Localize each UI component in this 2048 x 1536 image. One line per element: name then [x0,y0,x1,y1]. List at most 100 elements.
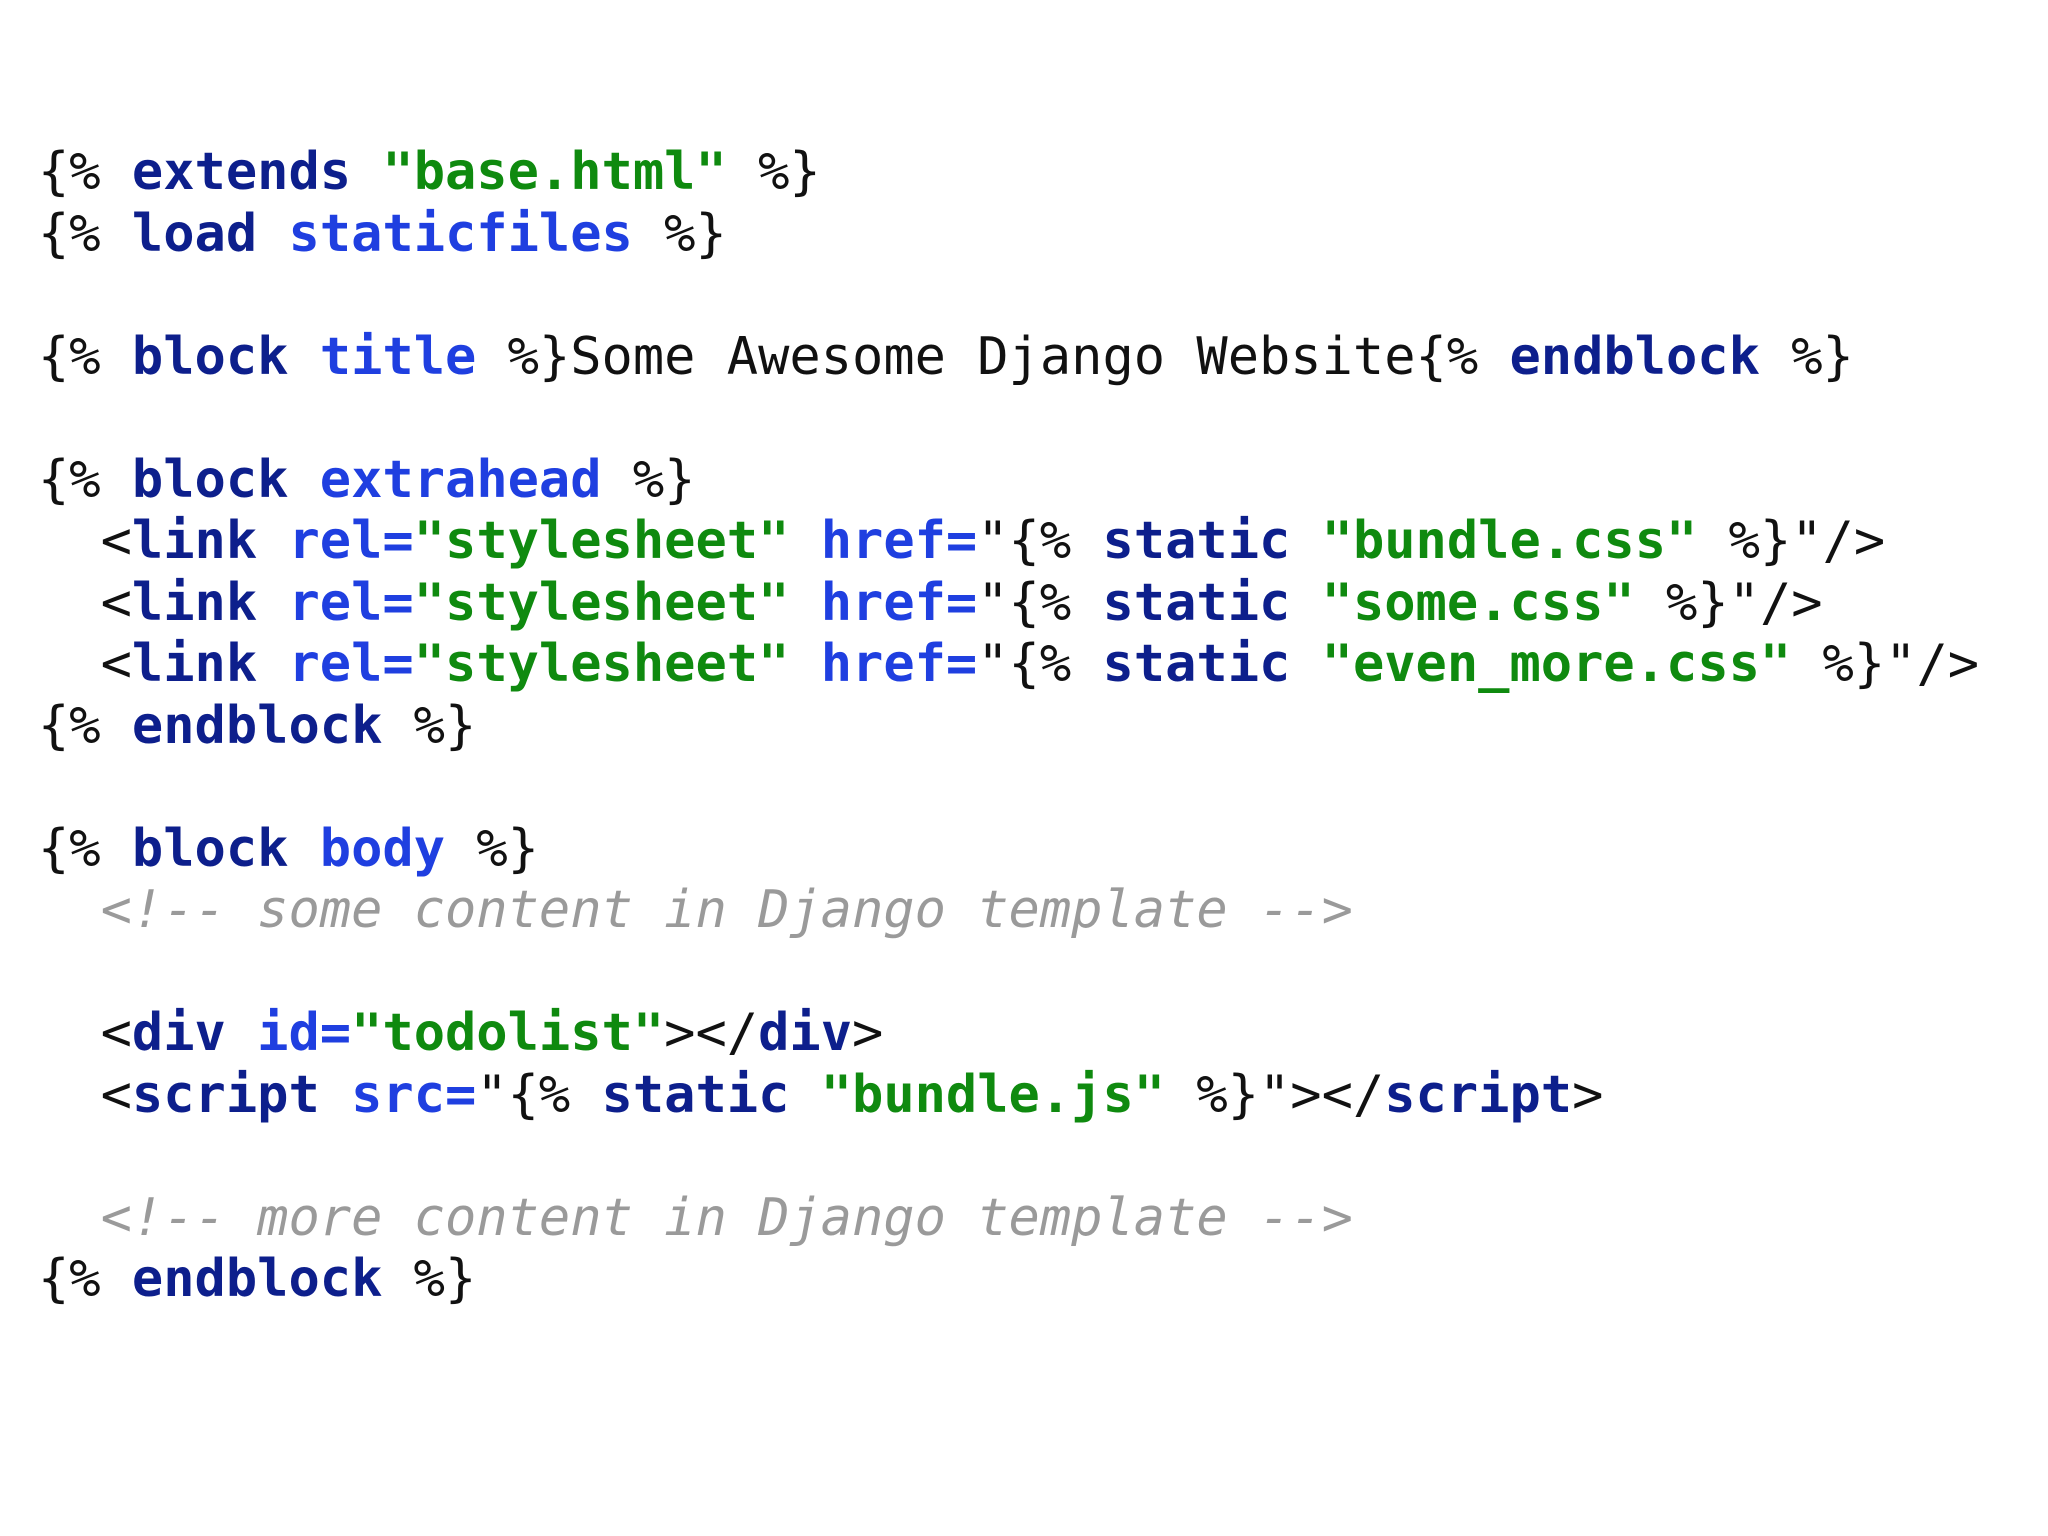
code-line: <!-- more content in Django template --> [38,1188,1979,1250]
code-keyword: static [601,1064,790,1125]
code-tag-name: div [131,1003,226,1063]
code-keyword: block [131,326,289,387]
code-text: %} [445,818,539,879]
code-tag-name: script [1384,1064,1573,1125]
code-attribute: rel= [288,572,414,633]
code-string: "stylesheet" [413,634,790,694]
code-text: {% [38,818,132,879]
code-tag-name: link [131,634,258,694]
code-line: {% block title %}Some Awesome Django Web… [38,327,1979,389]
code-string: "bundle.css" [1321,511,1698,571]
code-text: %} [382,695,477,756]
code-keyword: block [131,818,289,879]
code-text: < [38,634,132,694]
code-attribute: id= [257,1003,352,1063]
code-text: {% [38,142,132,202]
code-text: ></ [664,1003,759,1063]
code-string: "todolist" [351,1003,665,1063]
code-text: "{% [977,511,1103,571]
code-line: {% endblock %} [38,1249,1979,1311]
code-text: < [38,1064,132,1125]
code-text: %}Some Awesome Django Website{% [476,326,1510,387]
code-line: {% load staticfiles %} [38,204,1979,266]
code-text: < [38,1003,132,1063]
code-keyword: block [131,449,289,510]
code-identifier: title [319,326,477,387]
code-line: {% extends "base.html" %} [38,142,1979,204]
code-tag-name: div [758,1003,852,1063]
code-identifier: extrahead [319,449,602,510]
code-text: > [1572,1064,1604,1125]
code-text: < [38,511,132,571]
code-keyword: endblock [1509,326,1760,387]
code-line: <script src="{% static "bundle.js" %}"><… [38,1065,1979,1127]
code-tag-name: link [131,511,258,571]
code-comment: <!-- some content in Django template --> [100,880,1353,940]
code-text: %} [601,449,696,510]
code-line: <link rel="stylesheet" href="{% static "… [38,634,1979,696]
code-string: "stylesheet" [413,511,790,571]
code-block: {% extends "base.html" %} {% load staticf… [38,142,1979,1311]
code-identifier: body [319,818,446,879]
code-attribute: href= [820,511,978,571]
code-string: "stylesheet" [413,572,790,633]
code-keyword: static [1102,572,1291,633]
code-text: %}"/> [1634,572,1823,633]
code-line: <!-- some content in Django template --> [38,880,1979,942]
code-text: > [852,1003,884,1063]
code-text: "{% [476,1064,602,1125]
code-attribute: href= [820,634,978,694]
code-string: "base.html" [382,142,727,202]
code-keyword: static [1102,511,1291,571]
code-attribute: rel= [288,634,414,694]
code-keyword: endblock [131,695,383,756]
code-line: <div id="todolist"></div> [38,1003,1979,1065]
code-text: {% [38,1249,132,1309]
code-text: %} [632,203,727,264]
code-tag-name: script [131,1064,320,1125]
code-attribute: href= [820,572,978,633]
code-text: {% [38,449,132,510]
code-text: %} [1759,326,1854,387]
code-attribute: src= [351,1064,477,1125]
code-text: %}"/> [1791,634,1980,694]
code-text: "{% [977,572,1103,633]
code-text: {% [38,695,132,756]
code-text: %}"/> [1697,511,1886,571]
code-text: "{% [977,634,1103,694]
code-keyword: endblock [131,1249,383,1309]
code-string: "even_more.css" [1321,634,1792,694]
code-text: %} [726,142,821,202]
code-text: %} [382,1249,477,1309]
code-string: "some.css" [1321,572,1635,633]
code-keyword: load [131,203,258,264]
code-identifier: staticfiles [288,203,633,264]
code-text: %}"></ [1165,1064,1385,1125]
code-attribute: rel= [288,511,414,571]
code-line: <link rel="stylesheet" href="{% static "… [38,573,1979,635]
code-string: "bundle.js" [820,1064,1166,1125]
code-line: <link rel="stylesheet" href="{% static "… [38,511,1979,573]
code-line: {% block body %} [38,819,1979,881]
code-text: {% [38,203,132,264]
